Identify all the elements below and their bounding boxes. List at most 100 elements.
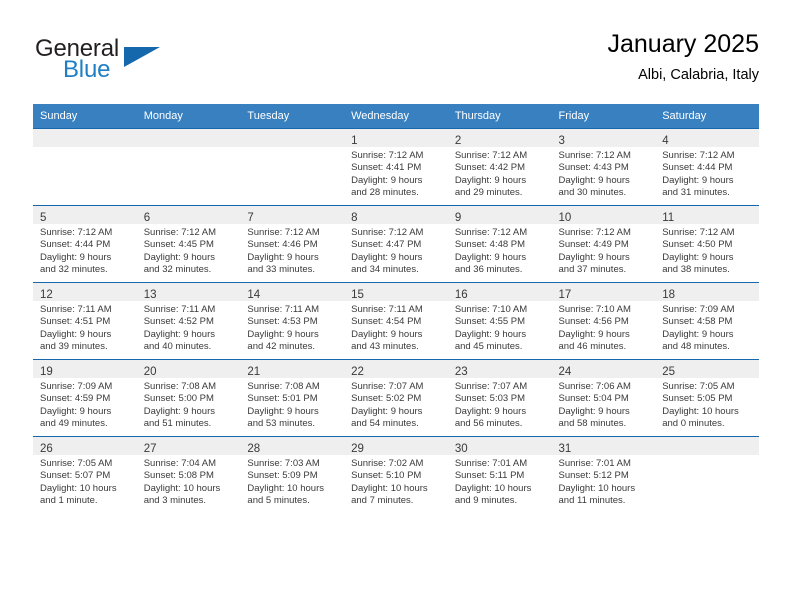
calendar-cell[interactable]: 5 Sunrise: 7:12 AM Sunset: 4:44 PM Daylight… [33, 205, 137, 283]
calendar-body: 1 Sunrise: 7:12 AM Sunset: 4:41 PM Daylight… [33, 128, 759, 513]
calendar-cell[interactable]: 10 Sunrise: 7:12 AM Sunset: 4:49 PM Dayligh… [551, 205, 656, 283]
calendar-cell[interactable]: 20 Sunrise: 7:08 AM Sunset: 5:00 PM Dayligh… [136, 359, 241, 437]
day-number-band: 16 [447, 283, 552, 301]
daylight-text-line2: and 3 minutes. [143, 495, 207, 507]
daylight-text-line1: Daylight: 9 hours [40, 328, 112, 340]
calendar-cell[interactable] [240, 128, 345, 206]
day-number: 28 [247, 443, 261, 455]
calendar-cell[interactable]: 28 Sunrise: 7:03 AM Sunset: 5:09 PM Dayligh… [240, 436, 345, 513]
daylight-text-line2: and 40 minutes. [143, 341, 212, 353]
calendar-cell[interactable]: 26 Sunrise: 7:05 AM Sunset: 5:07 PM Dayligh… [33, 436, 137, 513]
daylight-text-line2: and 11 minutes. [558, 495, 626, 507]
day-details: Sunrise: 7:12 AM Sunset: 4:44 PM Daylight:… [33, 224, 137, 277]
calendar-cell[interactable]: 17 Sunrise: 7:10 AM Sunset: 4:56 PM Dayligh… [551, 282, 656, 360]
calendar-cell[interactable]: 31 Sunrise: 7:01 AM Sunset: 5:12 PM Dayligh… [551, 436, 656, 513]
calendar-cell[interactable] [655, 436, 759, 513]
brand-logo[interactable]: General Blue [33, 35, 293, 93]
day-cell: 21 Sunrise: 7:08 AM Sunset: 5:01 PM Dayligh… [240, 360, 345, 436]
day-details: Sunrise: 7:01 AM Sunset: 5:11 PM Daylight:… [448, 455, 552, 508]
calendar-cell[interactable]: 27 Sunrise: 7:04 AM Sunset: 5:08 PM Dayligh… [136, 436, 241, 513]
calendar-cell[interactable]: 19 Sunrise: 7:09 AM Sunset: 4:59 PM Dayligh… [33, 359, 137, 437]
day-details: Sunrise: 7:07 AM Sunset: 5:02 PM Daylight:… [344, 378, 448, 431]
daylight-text-line1: Daylight: 9 hours [454, 174, 527, 186]
daylight-text-line2: and 58 minutes. [558, 418, 627, 430]
calendar-cell[interactable]: 7 Sunrise: 7:12 AM Sunset: 4:46 PM Daylight… [240, 205, 345, 283]
day-number-band: 18 [655, 283, 759, 301]
calendar-cell[interactable]: 9 Sunrise: 7:12 AM Sunset: 4:48 PM Daylight… [447, 205, 552, 283]
calendar-cell[interactable]: 13 Sunrise: 7:11 AM Sunset: 4:52 PM Dayligh… [136, 282, 241, 360]
calendar-cell[interactable]: 29 Sunrise: 7:02 AM Sunset: 5:10 PM Dayligh… [344, 436, 448, 513]
weekday-header-wednesday: Wednesday [344, 104, 448, 129]
calendar-cell[interactable]: 30 Sunrise: 7:01 AM Sunset: 5:11 PM Dayligh… [447, 436, 552, 513]
day-cell: 28 Sunrise: 7:03 AM Sunset: 5:09 PM Dayligh… [240, 437, 345, 513]
day-cell: 14 Sunrise: 7:11 AM Sunset: 4:53 PM Dayligh… [240, 283, 345, 359]
calendar-cell[interactable]: 3 Sunrise: 7:12 AM Sunset: 4:43 PM Daylight… [551, 128, 656, 206]
page-title: January 2025 [607, 30, 759, 58]
day-cell: 6 Sunrise: 7:12 AM Sunset: 4:45 PM Daylight… [136, 206, 241, 282]
calendar-cell[interactable]: 1 Sunrise: 7:12 AM Sunset: 4:41 PM Daylight… [344, 128, 448, 206]
calendar-cell[interactable]: 15 Sunrise: 7:11 AM Sunset: 4:54 PM Dayligh… [344, 282, 448, 360]
day-cell: 5 Sunrise: 7:12 AM Sunset: 4:44 PM Daylight… [33, 206, 137, 282]
sunrise-text: Sunrise: 7:10 AM [558, 304, 631, 315]
day-number: 30 [454, 443, 468, 455]
day-cell: 13 Sunrise: 7:11 AM Sunset: 4:52 PM Dayligh… [136, 283, 241, 359]
sunset-text: Sunset: 4:58 PM [662, 316, 733, 328]
daylight-text-line2: and 56 minutes. [454, 418, 523, 430]
daylight-text-line1: Daylight: 9 hours [351, 174, 423, 186]
sunrise-text: Sunrise: 7:12 AM [351, 227, 424, 238]
daylight-text-line1: Daylight: 9 hours [454, 405, 527, 417]
day-details: Sunrise: 7:12 AM Sunset: 4:45 PM Daylight:… [137, 224, 241, 277]
day-details: Sunrise: 7:11 AM Sunset: 4:52 PM Daylight:… [137, 301, 241, 354]
calendar-cell[interactable]: 18 Sunrise: 7:09 AM Sunset: 4:58 PM Dayligh… [655, 282, 759, 360]
day-number: 9 [454, 212, 462, 224]
weekday-header-saturday: Saturday [655, 104, 759, 129]
day-number-band [655, 437, 759, 455]
day-cell: 4 Sunrise: 7:12 AM Sunset: 4:44 PM Daylight… [655, 129, 759, 205]
sunset-text: Sunset: 5:04 PM [558, 393, 629, 405]
calendar-cell[interactable]: 25 Sunrise: 7:05 AM Sunset: 5:05 PM Dayligh… [655, 359, 759, 437]
calendar-cell[interactable] [136, 128, 241, 206]
calendar-cell[interactable]: 6 Sunrise: 7:12 AM Sunset: 4:45 PM Daylight… [136, 205, 241, 283]
day-number-band [240, 129, 345, 147]
day-number: 23 [454, 366, 468, 378]
day-cell: 25 Sunrise: 7:05 AM Sunset: 5:05 PM Dayligh… [655, 360, 759, 436]
day-details: Sunrise: 7:12 AM Sunset: 4:44 PM Daylight:… [655, 147, 759, 200]
calendar-cell[interactable]: 2 Sunrise: 7:12 AM Sunset: 4:42 PM Daylight… [447, 128, 552, 206]
daylight-text-line2: and 0 minutes. [662, 418, 725, 430]
daylight-text-line1: Daylight: 9 hours [143, 328, 215, 340]
day-number: 20 [143, 366, 157, 378]
day-details: Sunrise: 7:02 AM Sunset: 5:10 PM Daylight:… [344, 455, 448, 508]
daylight-text-line2: and 33 minutes. [247, 264, 316, 276]
calendar-cell[interactable]: 23 Sunrise: 7:07 AM Sunset: 5:03 PM Dayligh… [447, 359, 552, 437]
daylight-text-line2: and 46 minutes. [558, 341, 627, 353]
sunrise-text: Sunrise: 7:11 AM [247, 304, 320, 315]
day-cell: 16 Sunrise: 7:10 AM Sunset: 4:55 PM Dayligh… [447, 283, 552, 359]
calendar-cell[interactable]: 22 Sunrise: 7:07 AM Sunset: 5:02 PM Dayligh… [344, 359, 448, 437]
calendar-cell[interactable]: 21 Sunrise: 7:08 AM Sunset: 5:01 PM Dayligh… [240, 359, 345, 437]
day-details: Sunrise: 7:10 AM Sunset: 4:55 PM Daylight:… [448, 301, 552, 354]
calendar-cell[interactable]: 4 Sunrise: 7:12 AM Sunset: 4:44 PM Daylight… [655, 128, 759, 206]
sunset-text: Sunset: 4:43 PM [558, 162, 629, 174]
calendar-cell[interactable]: 16 Sunrise: 7:10 AM Sunset: 4:55 PM Dayligh… [447, 282, 552, 360]
day-number: 31 [558, 443, 572, 455]
sunrise-text: Sunrise: 7:12 AM [454, 227, 528, 238]
calendar-cell[interactable]: 12 Sunrise: 7:11 AM Sunset: 4:51 PM Dayligh… [33, 282, 137, 360]
day-number: 4 [662, 135, 669, 147]
calendar-cell[interactable] [33, 128, 137, 206]
daylight-text-line2: and 38 minutes. [662, 264, 730, 276]
calendar-cell[interactable]: 24 Sunrise: 7:06 AM Sunset: 5:04 PM Dayligh… [551, 359, 656, 437]
sunset-text: Sunset: 4:59 PM [40, 393, 111, 405]
day-cell: 18 Sunrise: 7:09 AM Sunset: 4:58 PM Dayligh… [655, 283, 759, 359]
calendar-cell[interactable]: 14 Sunrise: 7:11 AM Sunset: 4:53 PM Dayligh… [240, 282, 345, 360]
day-number-band: 2 [447, 129, 552, 147]
calendar-cell[interactable]: 8 Sunrise: 7:12 AM Sunset: 4:47 PM Daylight… [344, 205, 448, 283]
day-number: 29 [351, 443, 364, 455]
sunrise-text: Sunrise: 7:11 AM [351, 304, 423, 315]
daylight-text-line2: and 49 minutes. [40, 418, 108, 430]
sunrise-text: Sunrise: 7:08 AM [143, 381, 217, 392]
day-details: Sunrise: 7:11 AM Sunset: 4:53 PM Daylight:… [240, 301, 344, 354]
daylight-text-line2: and 39 minutes. [40, 341, 108, 353]
day-cell: 30 Sunrise: 7:01 AM Sunset: 5:11 PM Dayligh… [447, 437, 552, 513]
calendar-cell[interactable]: 11 Sunrise: 7:12 AM Sunset: 4:50 PM Dayligh… [655, 205, 759, 283]
day-details: Sunrise: 7:12 AM Sunset: 4:41 PM Daylight:… [344, 147, 448, 200]
